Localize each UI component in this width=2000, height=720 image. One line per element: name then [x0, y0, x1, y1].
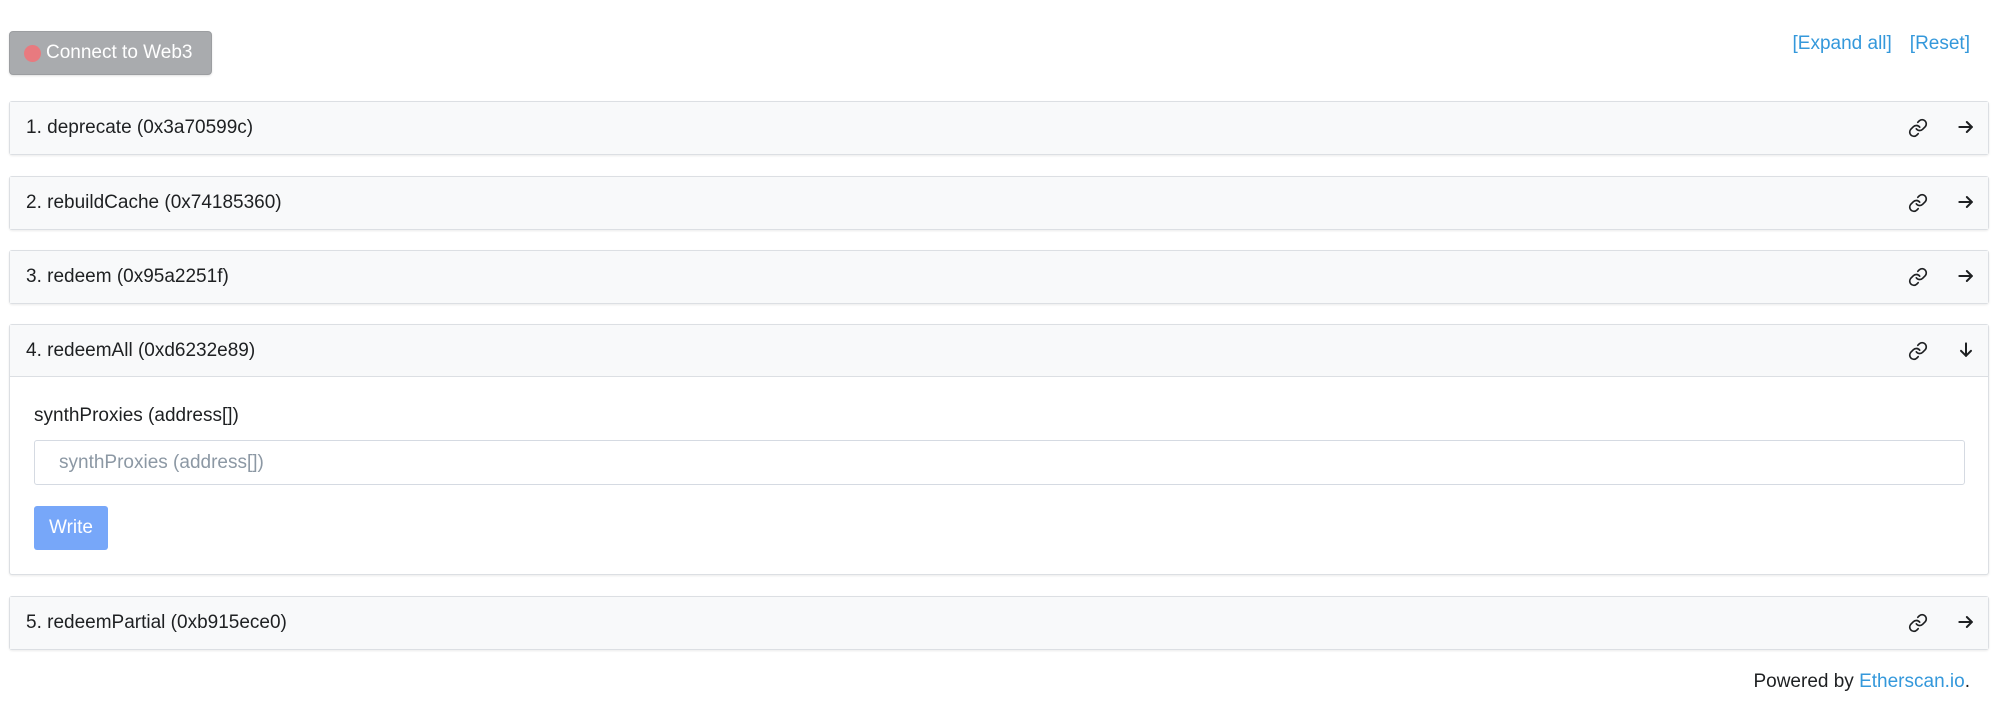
function-header-deprecate[interactable]: 1. deprecate (0x3a70599c)	[10, 102, 1988, 154]
reset-link[interactable]: [Reset]	[1910, 33, 1970, 55]
synth-proxies-input[interactable]	[34, 440, 1965, 485]
function-panel-deprecate: 1. deprecate (0x3a70599c)	[9, 101, 1989, 155]
arrow-right-icon[interactable]	[1956, 266, 1976, 286]
link-icon[interactable]	[1908, 267, 1928, 287]
page: Connect to Web3 [Expand all] [Reset] 1. …	[0, 0, 2000, 720]
function-title: 1. deprecate (0x3a70599c)	[26, 117, 254, 138]
link-icon[interactable]	[1908, 118, 1928, 138]
function-header-redeem-all[interactable]: 4. redeemAll (0xd6232e89)	[10, 325, 1988, 377]
arrow-right-icon[interactable]	[1956, 612, 1976, 632]
function-title: 3. redeem (0x95a2251f)	[26, 266, 229, 287]
expand-all-link[interactable]: [Expand all]	[1793, 33, 1892, 55]
function-header-redeem[interactable]: 3. redeem (0x95a2251f)	[10, 251, 1988, 303]
function-panel-redeem: 3. redeem (0x95a2251f)	[9, 250, 1989, 304]
status-dot-icon	[24, 44, 41, 62]
connect-web3-button[interactable]: Connect to Web3	[9, 31, 212, 75]
arrow-right-icon[interactable]	[1956, 192, 1976, 212]
function-body-redeem-all: synthProxies (address[]) Write	[10, 377, 1988, 574]
arrow-down-icon[interactable]	[1956, 340, 1976, 360]
function-title: 4. redeemAll (0xd6232e89)	[26, 339, 256, 361]
function-header-rebuild-cache[interactable]: 2. rebuildCache (0x74185360)	[10, 177, 1988, 229]
link-icon[interactable]	[1908, 193, 1928, 213]
function-panel-redeem-all: 4. redeemAll (0xd6232e89) synthProxies (…	[9, 324, 1989, 575]
write-button[interactable]: Write	[34, 506, 108, 550]
param-label: synthProxies (address[])	[34, 405, 239, 426]
top-links: [Expand all] [Reset]	[1793, 33, 1971, 55]
etherscan-link[interactable]: Etherscan.io	[1859, 671, 1965, 692]
function-title: 2. rebuildCache (0x74185360)	[26, 192, 282, 213]
function-panel-rebuild-cache: 2. rebuildCache (0x74185360)	[9, 176, 1989, 230]
link-icon[interactable]	[1908, 341, 1928, 361]
footer-prefix: Powered by	[1753, 671, 1860, 692]
function-panel-redeem-partial: 5. redeemPartial (0xb915ece0)	[9, 596, 1989, 650]
function-header-redeem-partial[interactable]: 5. redeemPartial (0xb915ece0)	[10, 597, 1988, 649]
footer: Powered by Etherscan.io.	[1753, 671, 1970, 693]
arrow-right-icon[interactable]	[1956, 117, 1976, 137]
link-icon[interactable]	[1908, 613, 1928, 633]
footer-suffix: .	[1964, 671, 1970, 692]
connect-web3-label: Connect to Web3	[46, 42, 193, 63]
function-title: 5. redeemPartial (0xb915ece0)	[26, 612, 287, 633]
